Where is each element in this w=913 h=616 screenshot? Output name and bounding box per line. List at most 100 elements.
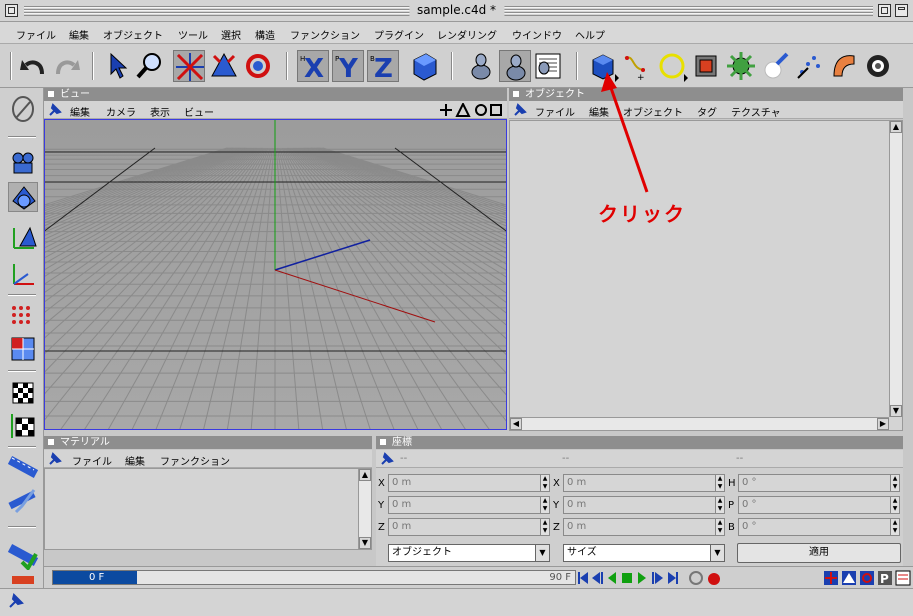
menu-file[interactable]: ファイル — [16, 27, 56, 42]
goto-end-icon — [668, 572, 678, 584]
texture-axis-icon[interactable] — [8, 222, 38, 252]
scroll-up-arrow[interactable]: ▲ — [359, 469, 371, 481]
size-mode-select[interactable]: サイズ ▼ — [563, 544, 725, 562]
keyframe-icon[interactable] — [8, 486, 38, 516]
objects-menu-tag[interactable]: タグ — [697, 104, 717, 119]
scroll-right-arrow[interactable]: ▶ — [877, 418, 889, 430]
polygons-icon[interactable] — [8, 334, 38, 364]
menu-select[interactable]: 選択 — [221, 27, 241, 42]
object-tool-icon[interactable] — [8, 182, 38, 212]
circle-icon[interactable] — [656, 50, 688, 82]
timeline-bar: 0 F 90 F P — [44, 566, 913, 588]
objects-menu-file[interactable]: ファイル — [535, 104, 575, 119]
deformer-icon[interactable] — [828, 50, 860, 82]
coordinate-system-icon[interactable] — [408, 50, 440, 82]
menu-plugins[interactable]: プラグイン — [374, 27, 424, 42]
texture-checker-icon[interactable] — [8, 410, 38, 440]
materials-menu-edit[interactable]: 編集 — [125, 453, 145, 468]
y-axis-icon[interactable]: YP — [332, 50, 364, 84]
objects-menu-texture[interactable]: テクスチャ — [731, 104, 781, 119]
viewport-menu-edit[interactable]: 編集 — [70, 104, 90, 119]
scale-icon[interactable] — [208, 50, 240, 82]
animation-record-icon[interactable] — [7, 540, 39, 572]
rotate-icon[interactable] — [242, 50, 274, 82]
objects-panel-header[interactable]: オブジェクト — [509, 88, 903, 101]
menu-structure[interactable]: 構造 — [255, 27, 275, 42]
menu-render[interactable]: レンダリング — [437, 27, 497, 42]
select-icon[interactable] — [103, 50, 135, 82]
pin-icon[interactable] — [48, 103, 62, 117]
size-z-field[interactable]: 0 m ▲ ▼ — [563, 518, 725, 536]
pin-icon[interactable] — [380, 452, 394, 466]
modeling-icon[interactable] — [725, 50, 757, 82]
scene-icon[interactable] — [862, 50, 894, 82]
apply-button[interactable]: 適用 — [737, 543, 901, 563]
materials-menu-function[interactable]: ファンクション — [160, 453, 230, 468]
timeline-slider[interactable]: 0 F 90 F — [52, 570, 576, 585]
camera-icon[interactable] — [8, 148, 38, 178]
menu-tools[interactable]: ツール — [178, 27, 208, 42]
redo-icon[interactable] — [50, 50, 82, 82]
z-axis-icon[interactable]: ZB — [367, 50, 399, 84]
material-list-vscroll[interactable]: ▲ ▼ — [358, 469, 371, 549]
object-axis-icon[interactable] — [8, 258, 38, 288]
object-list-hscroll[interactable]: ◀ ▶ — [510, 417, 889, 430]
viewport-menu-view[interactable]: ビュー — [184, 104, 214, 119]
viewport-menu-display[interactable]: 表示 — [150, 104, 170, 119]
viewport-menu-camera[interactable]: カメラ — [106, 104, 136, 119]
rot-p-field[interactable]: 0 ° ▲ ▼ — [738, 496, 900, 514]
pos-y-field[interactable]: 0 m ▲ ▼ — [388, 496, 550, 514]
animation-icon[interactable] — [7, 452, 39, 482]
nurbs-icon[interactable] — [690, 50, 722, 82]
viewport-title: ビュー — [60, 89, 90, 100]
coordinates-panel-header[interactable]: 座標 — [376, 436, 903, 449]
move-icon[interactable] — [173, 50, 205, 82]
objects-menu-bar: ファイル 編集 オブジェクト タグ テクスチャ — [509, 101, 903, 119]
menu-object[interactable]: オブジェクト — [103, 27, 163, 42]
3d-viewport[interactable] — [44, 119, 507, 430]
rotation-column-header: -- — [736, 453, 744, 464]
camera-edit-icon[interactable] — [8, 94, 38, 124]
render-view-icon[interactable] — [465, 50, 497, 82]
rot-h-field[interactable]: 0 ° ▲ ▼ — [738, 474, 900, 492]
checker-icon[interactable] — [8, 378, 38, 408]
particle-icon[interactable] — [794, 50, 826, 82]
menu-function[interactable]: ファンクション — [290, 27, 360, 42]
menu-help[interactable]: ヘルプ — [575, 27, 605, 42]
scroll-left-arrow[interactable]: ◀ — [510, 418, 522, 430]
materials-menu-file[interactable]: ファイル — [72, 453, 112, 468]
collapse-window-button[interactable] — [895, 4, 908, 17]
undo-icon[interactable] — [18, 50, 50, 82]
menu-bar: ファイル 編集 オブジェクト ツール 選択 構造 ファンクション プラグイン レ… — [0, 22, 913, 44]
materials-panel-header[interactable]: マテリアル — [44, 436, 372, 449]
render-picture-viewer-icon[interactable] — [499, 50, 531, 82]
x-axis-icon[interactable]: XH — [297, 50, 329, 84]
pos-z-field[interactable]: 0 m ▲ ▼ — [388, 518, 550, 536]
material-list[interactable]: ▲ ▼ — [44, 468, 372, 550]
scroll-down-arrow[interactable]: ▼ — [359, 537, 371, 549]
points-icon[interactable] — [8, 302, 38, 332]
pin-icon[interactable] — [513, 103, 527, 117]
annotation-arrow — [601, 72, 649, 193]
menu-edit[interactable]: 編集 — [69, 27, 89, 42]
object-list[interactable]: ▲ ▼ ◀ ▶ — [509, 120, 903, 431]
viewport-panel-header[interactable]: ビュー — [44, 88, 507, 101]
scroll-up-arrow[interactable]: ▲ — [890, 121, 902, 133]
close-window-button[interactable] — [5, 4, 18, 17]
pos-x-field[interactable]: 0 m ▲ ▼ — [388, 474, 550, 492]
size-y-field[interactable]: 0 m ▲ ▼ — [563, 496, 725, 514]
pos-x-label: X — [378, 478, 385, 489]
zoom-window-button[interactable] — [878, 4, 891, 17]
object-list-vscroll[interactable]: ▲ ▼ — [889, 121, 902, 417]
next-key-icon — [652, 572, 663, 584]
scroll-down-arrow[interactable]: ▼ — [890, 405, 902, 417]
menu-window[interactable]: ウインドウ — [512, 27, 562, 42]
zoom-icon[interactable] — [134, 50, 166, 82]
pin-icon[interactable] — [48, 452, 62, 466]
key-parameter-icon: P — [878, 571, 892, 586]
rot-b-field[interactable]: 0 ° ▲ ▼ — [738, 518, 900, 536]
coordinate-mode-select[interactable]: オブジェクト ▼ — [388, 544, 550, 562]
size-x-field[interactable]: 0 m ▲ ▼ — [563, 474, 725, 492]
render-settings-icon[interactable] — [532, 50, 564, 82]
light-icon[interactable] — [759, 50, 791, 82]
